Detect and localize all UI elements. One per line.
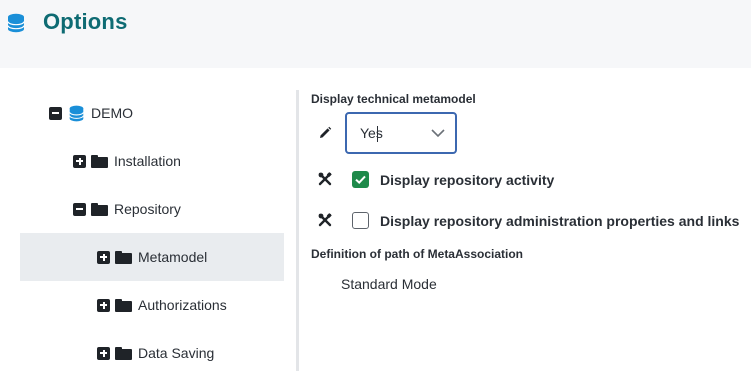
database-icon [7, 13, 25, 38]
meta-association-label: Definition of path of MetaAssociation [311, 247, 523, 261]
tree-node-label: Data Saving [138, 345, 215, 361]
chevron-down-icon[interactable] [431, 126, 445, 145]
options-tree: DEMO Installation Repository Metamodel A… [0, 68, 296, 371]
select-value: Yes [360, 125, 383, 141]
expand-icon[interactable] [97, 250, 110, 264]
tree-node-metamodel[interactable]: Metamodel [20, 233, 284, 281]
meta-association-value[interactable]: Standard Mode [341, 276, 437, 292]
expand-icon[interactable] [97, 298, 110, 312]
tools-icon [318, 172, 332, 186]
options-panel: Display technical metamodel Yes Display … [300, 68, 751, 371]
collapse-icon[interactable] [73, 202, 86, 216]
expand-icon[interactable] [97, 346, 110, 360]
collapse-icon[interactable] [49, 106, 62, 120]
tree-node-demo[interactable]: DEMO [49, 89, 313, 137]
repository-admin-checkbox[interactable] [352, 212, 369, 229]
folder-icon [115, 298, 132, 312]
text-cursor [377, 126, 378, 142]
tree-node-repository[interactable]: Repository [73, 185, 284, 233]
tree-node-data-saving[interactable]: Data Saving [97, 329, 284, 371]
tree-node-label: Metamodel [138, 249, 208, 265]
database-icon [68, 105, 85, 122]
technical-metamodel-select[interactable]: Yes [345, 112, 457, 154]
tree-node-label: Installation [114, 153, 181, 169]
tree-node-installation[interactable]: Installation [73, 137, 284, 185]
tree-node-label: Authorizations [138, 297, 227, 313]
panel-divider[interactable] [296, 90, 299, 371]
page-title: Options [43, 9, 128, 34]
repository-activity-checkbox[interactable] [352, 171, 369, 188]
folder-icon [115, 250, 132, 264]
page-header: Options [0, 0, 751, 68]
folder-icon [91, 202, 108, 216]
folder-icon [115, 346, 132, 360]
folder-icon [91, 154, 108, 168]
tree-node-authorizations[interactable]: Authorizations [97, 281, 284, 329]
pencil-icon[interactable] [318, 126, 332, 140]
expand-icon[interactable] [73, 154, 86, 168]
tree-node-label: Repository [114, 201, 181, 217]
tree-node-label: DEMO [91, 105, 133, 121]
repository-admin-label[interactable]: Display repository administration proper… [380, 213, 739, 229]
tools-icon [318, 213, 332, 227]
technical-metamodel-label: Display technical metamodel [311, 92, 476, 106]
repository-activity-label[interactable]: Display repository activity [380, 172, 554, 188]
